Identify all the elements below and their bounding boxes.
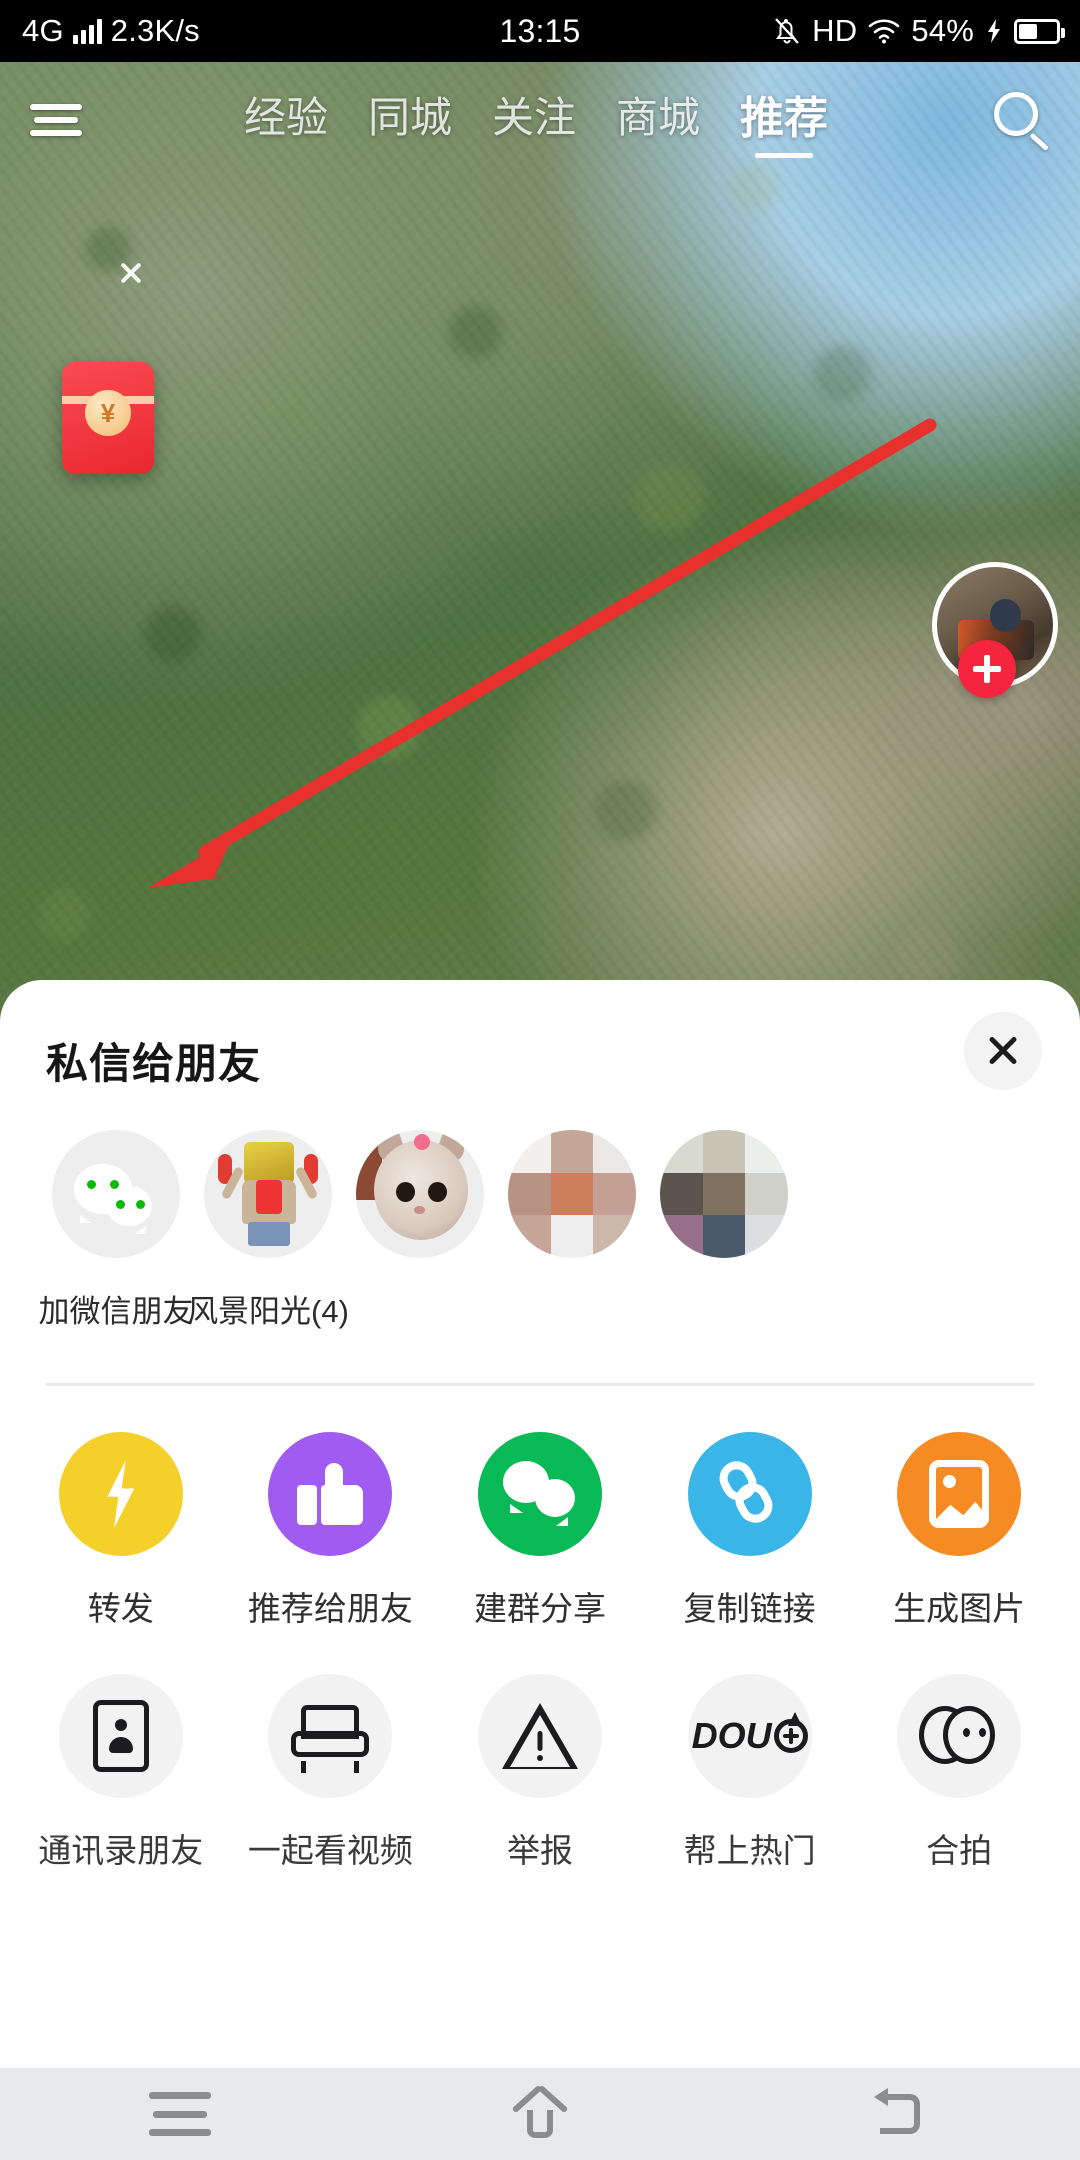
action-contacts-friends[interactable]: 通讯录朋友	[16, 1674, 226, 1872]
avatar-rider	[990, 599, 1021, 632]
hd-label: HD	[812, 13, 858, 48]
share-sheet-header: 私信给朋友	[0, 980, 1080, 1130]
friend-label: 加微信朋友	[38, 1294, 194, 1329]
tab-label: 经验	[243, 93, 328, 141]
back-button[interactable]	[720, 2088, 1080, 2140]
feed-tabs: 经验 同城 关注 商城 推荐	[90, 82, 982, 158]
video-feed-background[interactable]: ¥	[0, 62, 1080, 1102]
share-actions-row-1: 转发 推荐给朋友 建群分享 复制链接 生成图片	[0, 1432, 1080, 1630]
contacts-card-icon	[58, 1674, 183, 1798]
follow-plus-icon[interactable]	[958, 640, 1016, 698]
lightning-bolt-icon	[58, 1432, 183, 1556]
group-chat-icon	[477, 1432, 602, 1556]
wifi-icon	[869, 19, 900, 44]
tab-label: 关注	[492, 93, 577, 141]
phone-screen: 4G 2.3K/s 13:15 HD 54% ¥ 经验 同城 关注 商城 推荐 …	[0, 0, 1080, 2160]
friend-item-blurred-1[interactable]	[496, 1130, 648, 1286]
tab-label: 推荐	[740, 94, 829, 143]
friend-item-blurred-2[interactable]	[648, 1130, 800, 1286]
battery-icon	[1014, 18, 1065, 44]
image-picture-icon	[897, 1432, 1022, 1556]
action-label: 复制链接	[683, 1590, 816, 1627]
charging-bolt-icon	[988, 19, 1000, 43]
sofa-watch-together-icon	[268, 1674, 393, 1798]
action-label: 通讯录朋友	[38, 1832, 204, 1869]
friend-item-wechat[interactable]: 加微信朋友	[38, 1130, 194, 1331]
tab-label: 商城	[616, 93, 701, 141]
close-icon[interactable]	[964, 1012, 1042, 1090]
tab-tongcheng[interactable]: 同城	[368, 84, 452, 157]
battery-percent-label: 54%	[911, 13, 974, 48]
group-avatar-doll	[204, 1130, 332, 1258]
red-envelope-icon[interactable]: ¥	[62, 362, 154, 474]
friend-avatar-blurred	[660, 1130, 788, 1258]
friend-item-cat[interactable]	[344, 1130, 496, 1286]
link-chain-icon	[687, 1432, 812, 1556]
action-label: 推荐给朋友	[247, 1590, 413, 1627]
menu-recents-icon	[149, 2092, 211, 2136]
action-watch-together[interactable]: 一起看视频	[226, 1674, 436, 1872]
flame-plus-icon	[773, 1712, 808, 1753]
action-label: 建群分享	[473, 1590, 606, 1627]
mute-bell-icon	[775, 18, 800, 44]
share-bottom-sheet: 私信给朋友 加微信朋友 风景阳光(4) 转发 推荐给朋友 建群分享 复制链接 生…	[0, 980, 1080, 2080]
share-sheet-title: 私信给朋友	[46, 1040, 262, 1087]
tab-shangcheng[interactable]: 商城	[616, 84, 700, 157]
action-generate-image[interactable]: 生成图片	[854, 1432, 1064, 1630]
dou-text: DOU	[691, 1715, 772, 1756]
action-report[interactable]: 举报	[435, 1674, 645, 1872]
action-label: 帮上热门	[683, 1832, 816, 1869]
status-bar-right: HD 54%	[773, 13, 1065, 49]
home-icon	[513, 2088, 567, 2140]
duet-circles-icon	[897, 1674, 1022, 1798]
action-duet[interactable]: 合拍	[854, 1674, 1064, 1872]
search-icon[interactable]	[988, 88, 1052, 152]
action-copy-link[interactable]: 复制链接	[645, 1432, 855, 1630]
section-divider	[45, 1383, 1035, 1386]
red-envelope-close-icon[interactable]	[116, 258, 146, 288]
friend-item-group[interactable]: 风景阳光(4)	[187, 1130, 349, 1331]
home-button[interactable]	[360, 2088, 720, 2140]
active-tab-indicator	[755, 153, 814, 158]
action-label: 转发	[87, 1590, 154, 1627]
wechat-logo-icon	[52, 1130, 180, 1258]
action-label: 举报	[506, 1832, 573, 1869]
friends-list: 加微信朋友 风景阳光(4)	[0, 1130, 1080, 1331]
action-recommend-to-friend[interactable]: 推荐给朋友	[226, 1432, 436, 1630]
hamburger-menu-icon[interactable]	[28, 99, 84, 141]
status-bar: 4G 2.3K/s 13:15 HD 54%	[0, 0, 1080, 62]
friend-avatar-blurred	[508, 1130, 636, 1258]
red-envelope-coin: ¥	[85, 390, 131, 436]
friend-avatar-cat	[356, 1130, 484, 1258]
action-label: 一起看视频	[247, 1832, 413, 1869]
share-actions-row-2: 通讯录朋友 一起看视频 举报 DOU 帮上热门 合拍	[0, 1674, 1080, 1872]
action-create-group-share[interactable]: 建群分享	[435, 1432, 645, 1630]
tab-tuijian[interactable]: 推荐	[740, 82, 828, 158]
android-navigation-bar	[0, 2068, 1080, 2160]
action-dou-plus[interactable]: DOU 帮上热门	[645, 1674, 855, 1872]
action-label: 生成图片	[893, 1590, 1026, 1627]
tab-jingyan[interactable]: 经验	[244, 84, 328, 157]
tab-guanzhu[interactable]: 关注	[492, 84, 576, 157]
thumbs-up-icon	[268, 1432, 393, 1556]
action-label: 合拍	[926, 1832, 993, 1869]
friend-label: 风景阳光(4)	[187, 1294, 349, 1329]
warning-triangle-icon	[477, 1674, 602, 1798]
recents-button[interactable]	[0, 2092, 360, 2136]
dou-plus-icon: DOU	[687, 1674, 812, 1798]
back-arrow-icon	[872, 2088, 928, 2140]
top-navigation-bar: 经验 同城 关注 商城 推荐	[0, 72, 1080, 168]
action-forward[interactable]: 转发	[16, 1432, 226, 1630]
tab-label: 同城	[367, 93, 452, 141]
